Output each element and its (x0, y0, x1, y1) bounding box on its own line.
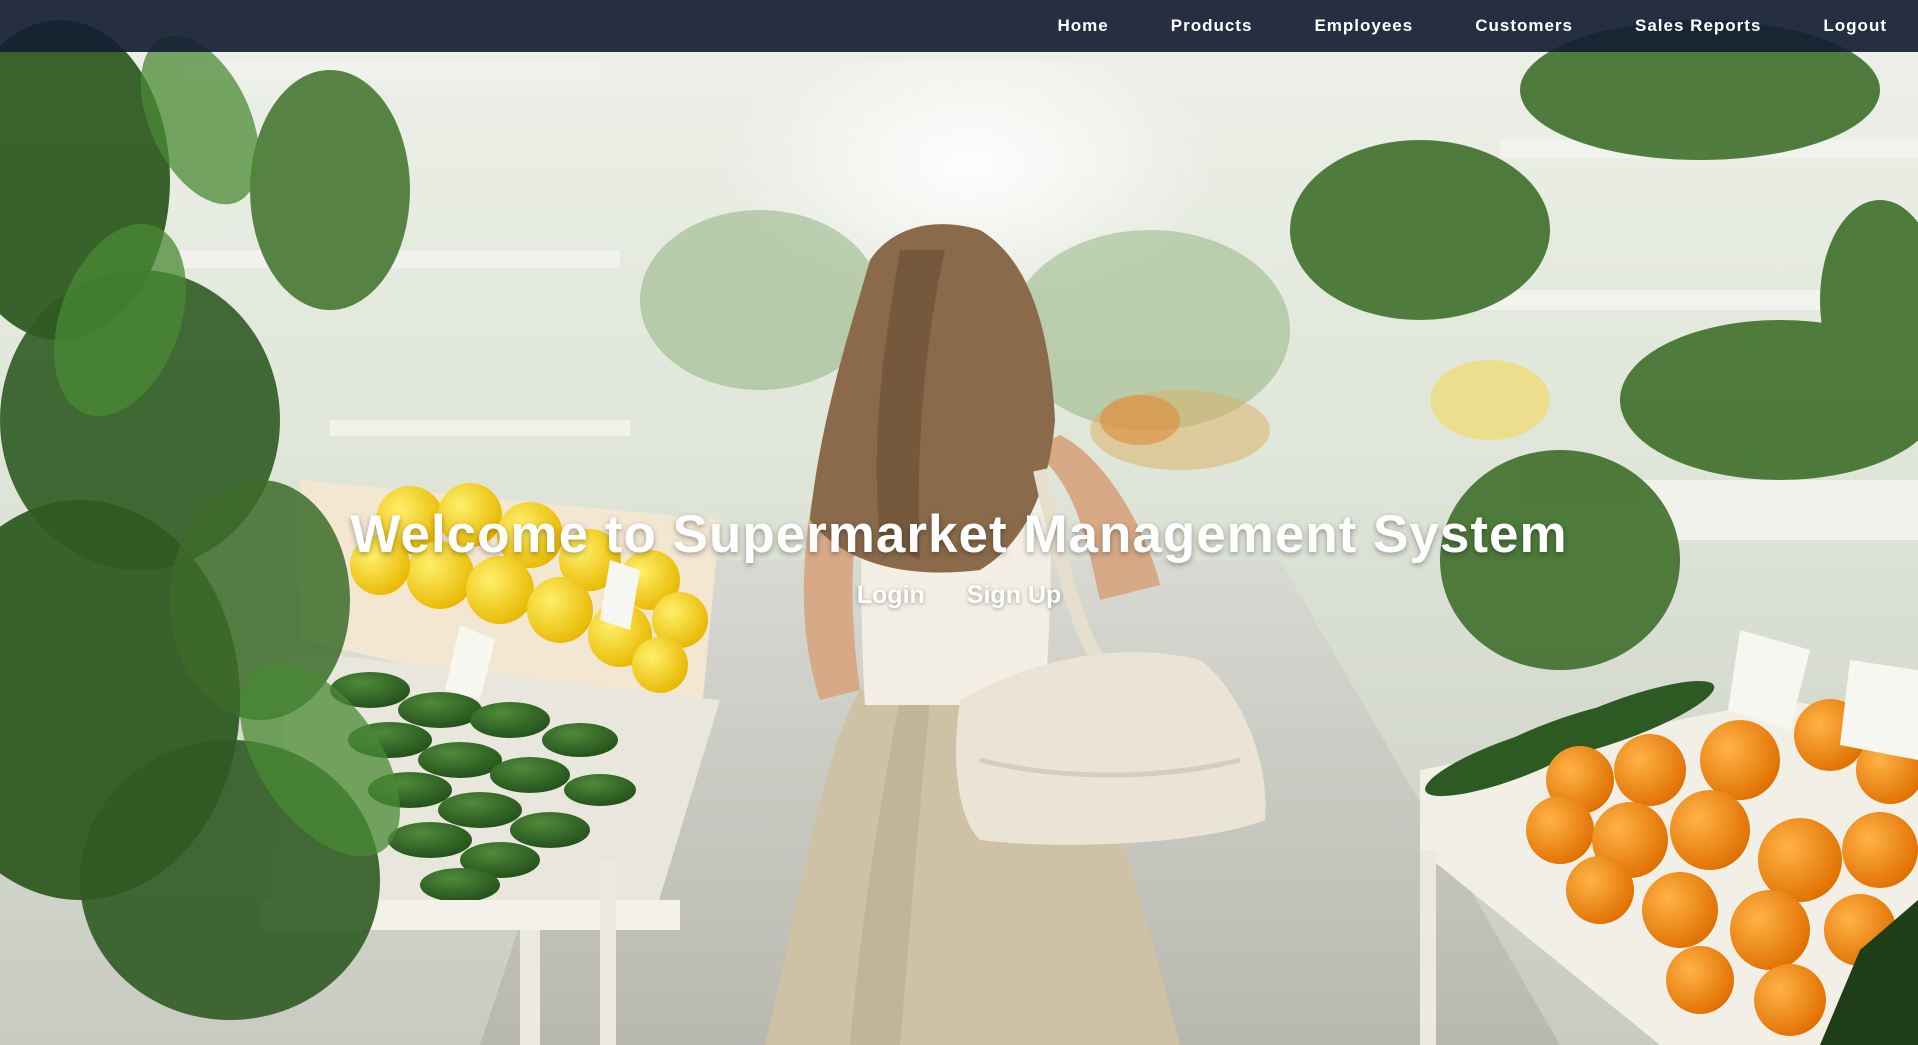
landing-page: Home Products Employees Customers Sales … (0, 0, 1918, 1045)
nav-item-products: Products (1140, 0, 1284, 52)
hero-title: Welcome to Supermarket Management System (350, 505, 1568, 564)
nav-link-employees[interactable]: Employees (1283, 0, 1444, 52)
hero-section: Welcome to Supermarket Management System… (0, 495, 1918, 610)
nav-item-customers: Customers (1444, 0, 1604, 52)
nav-item-sales-reports: Sales Reports (1604, 0, 1792, 52)
top-navbar: Home Products Employees Customers Sales … (0, 0, 1918, 52)
login-link[interactable]: Login (857, 581, 925, 610)
nav-link-products[interactable]: Products (1140, 0, 1284, 52)
nav-item-employees: Employees (1283, 0, 1444, 52)
nav-menu: Home Products Employees Customers Sales … (1027, 0, 1918, 52)
signup-link[interactable]: Sign Up (967, 581, 1061, 610)
nav-item-logout: Logout (1792, 0, 1918, 52)
nav-link-customers[interactable]: Customers (1444, 0, 1604, 52)
nav-link-sales-reports[interactable]: Sales Reports (1604, 0, 1792, 52)
hero-actions: Login Sign Up (0, 581, 1918, 610)
nav-item-home: Home (1027, 0, 1140, 52)
nav-link-logout[interactable]: Logout (1792, 0, 1918, 52)
nav-link-home[interactable]: Home (1027, 0, 1140, 52)
